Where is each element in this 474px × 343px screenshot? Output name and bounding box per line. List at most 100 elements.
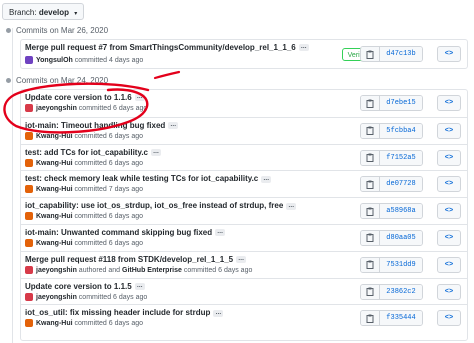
commit-sha-link[interactable]: 7531dd9 <box>380 257 422 272</box>
expand-ellipsis-button[interactable]: … <box>213 309 224 317</box>
copy-sha-button[interactable] <box>361 150 380 165</box>
browse-repo-button[interactable]: <> <box>437 149 461 166</box>
avatar[interactable] <box>25 104 33 112</box>
commit-row: Merge pull request #7 from SmartThingsCo… <box>21 40 467 68</box>
expand-ellipsis-button[interactable]: … <box>150 148 161 156</box>
avatar[interactable] <box>25 185 33 194</box>
expand-ellipsis-button[interactable]: … <box>298 44 309 52</box>
avatar[interactable] <box>25 292 33 301</box>
commit-title[interactable]: Merge pull request #118 from STDK/develo… <box>25 255 247 264</box>
commit-meta: jaeyongshin authored and GitHub Enterpri… <box>25 265 252 274</box>
commit-sha-link[interactable]: 23862c2 <box>380 284 422 299</box>
commit-author[interactable]: Kwang-Hui <box>36 133 73 140</box>
commit-coauthor[interactable]: GitHub Enterprise <box>122 267 182 274</box>
commit-author[interactable]: YongsulOh <box>36 57 73 64</box>
commit-row: iot_os_util: fix missing header include … <box>21 304 467 331</box>
avatar[interactable] <box>25 56 33 64</box>
commit-title[interactable]: iot-main: Timeout handling bug fixed… <box>25 121 179 130</box>
expand-ellipsis-button[interactable]: … <box>134 282 145 290</box>
commit-author[interactable]: Kwang-Hui <box>36 159 73 166</box>
commit-title[interactable]: test: add TCs for iot_capability.c… <box>25 148 161 157</box>
commit-title[interactable]: Merge pull request #7 from SmartThingsCo… <box>25 43 309 52</box>
commit-sha-link[interactable]: f335444 <box>380 311 422 326</box>
clipboard-icon <box>366 314 374 323</box>
commit-sha-link[interactable]: d80aa05 <box>380 230 422 245</box>
commit-author[interactable]: Kwang-Hui <box>36 186 73 193</box>
commit-sha-link[interactable]: 5fcbba4 <box>380 123 422 138</box>
branch-label: Branch: <box>9 8 37 17</box>
commit-row: test: check memory leak while testing TC… <box>21 170 467 197</box>
browse-repo-button[interactable]: <> <box>437 122 461 139</box>
browse-repo-button[interactable]: <> <box>437 46 461 62</box>
commit-meta: Kwang-Hui committed 6 days ago <box>25 131 143 140</box>
expand-ellipsis-button[interactable]: … <box>261 175 272 183</box>
commit-sha-link[interactable]: d7ebe15 <box>380 96 422 110</box>
commit-title[interactable]: test: check memory leak while testing TC… <box>25 174 272 183</box>
copy-sha-button[interactable] <box>361 47 380 61</box>
browse-repo-button[interactable]: <> <box>437 310 461 327</box>
avatar[interactable] <box>25 238 33 247</box>
copy-sha-button[interactable] <box>361 257 380 272</box>
clipboard-icon <box>366 180 374 189</box>
commit-meta: Kwang-Hui committed 6 days ago <box>25 319 143 328</box>
browse-repo-button[interactable]: <> <box>437 283 461 300</box>
commit-sha-group: f7152a5 <box>360 149 423 166</box>
browse-repo-button[interactable]: <> <box>437 256 461 273</box>
commit-meta: Kwang-Hui committed 6 days ago <box>25 212 143 221</box>
avatar[interactable] <box>25 212 33 221</box>
commit-meta: YongsulOh committed 4 days ago <box>25 56 143 64</box>
expand-ellipsis-button[interactable]: … <box>134 94 145 102</box>
avatar[interactable] <box>25 319 33 328</box>
expand-ellipsis-button[interactable]: … <box>236 256 247 264</box>
commit-title[interactable]: iot_capability: use iot_os_strdup, iot_o… <box>25 201 297 210</box>
commit-group-header: Commits on Mar 24, 2020 <box>6 76 108 88</box>
copy-sha-button[interactable] <box>361 204 380 219</box>
commit-row: Update core version to 1.1.5… jaeyongshin… <box>21 277 467 305</box>
commit-row: Update core version to 1.1.6… jaeyongshin… <box>21 90 467 117</box>
commit-author[interactable]: Kwang-Hui <box>36 240 73 247</box>
copy-sha-button[interactable] <box>361 123 380 138</box>
copy-sha-button[interactable] <box>361 177 380 192</box>
browse-repo-button[interactable]: <> <box>437 203 461 220</box>
commit-title[interactable]: iot_os_util: fix missing header include … <box>25 308 224 317</box>
commit-author[interactable]: jaeyongshin <box>36 105 77 112</box>
commit-sha-link[interactable]: a58968a <box>380 204 422 219</box>
commit-author[interactable]: Kwang-Hui <box>36 213 73 220</box>
commit-row: iot_capability: use iot_os_strdup, iot_o… <box>21 197 467 224</box>
commit-sha-group: d7ebe15 <box>360 95 423 111</box>
copy-sha-button[interactable] <box>361 311 380 326</box>
clipboard-icon <box>366 260 374 270</box>
avatar[interactable] <box>25 265 33 274</box>
commit-sha-group: f335444 <box>360 310 423 327</box>
avatar[interactable] <box>25 158 33 167</box>
copy-sha-button[interactable] <box>361 230 380 245</box>
copy-sha-button[interactable] <box>361 284 380 299</box>
commit-row: iot-main: Timeout handling bug fixed… Kwa… <box>21 116 467 144</box>
commit-author[interactable]: Kwang-Hui <box>36 320 73 327</box>
commit-author[interactable]: jaeyongshin <box>36 293 77 300</box>
expand-ellipsis-button[interactable]: … <box>168 122 179 130</box>
commit-row: test: add TCs for iot_capability.c… Kwang… <box>21 143 467 171</box>
copy-sha-button[interactable] <box>361 96 380 110</box>
browse-repo-button[interactable]: <> <box>437 229 461 246</box>
caret-down-icon: ▾ <box>74 11 78 17</box>
clipboard-icon <box>366 126 374 136</box>
clipboard-icon <box>366 99 374 108</box>
browse-repo-button[interactable]: <> <box>437 176 461 193</box>
commit-sha-group: 5fcbba4 <box>360 122 423 139</box>
avatar[interactable] <box>25 131 33 140</box>
expand-ellipsis-button[interactable]: … <box>286 202 297 210</box>
commit-title[interactable]: Update core version to 1.1.6… <box>25 93 145 102</box>
commit-sha-link[interactable]: d47c13b <box>380 47 422 61</box>
clipboard-icon <box>366 233 374 243</box>
commit-sha-group: d47c13b <box>360 46 423 62</box>
commit-author[interactable]: jaeyongshin <box>36 267 77 274</box>
commit-title[interactable]: iot-main: Unwanted command skipping bug … <box>25 228 226 237</box>
commit-sha-link[interactable]: f7152a5 <box>380 150 422 165</box>
clipboard-icon <box>366 207 374 216</box>
expand-ellipsis-button[interactable]: … <box>215 229 226 237</box>
commit-sha-link[interactable]: de07728 <box>380 177 422 192</box>
commit-title[interactable]: Update core version to 1.1.5… <box>25 282 145 291</box>
branch-select-button[interactable]: Branch: develop ▾ <box>2 3 85 20</box>
browse-repo-button[interactable]: <> <box>437 95 461 111</box>
